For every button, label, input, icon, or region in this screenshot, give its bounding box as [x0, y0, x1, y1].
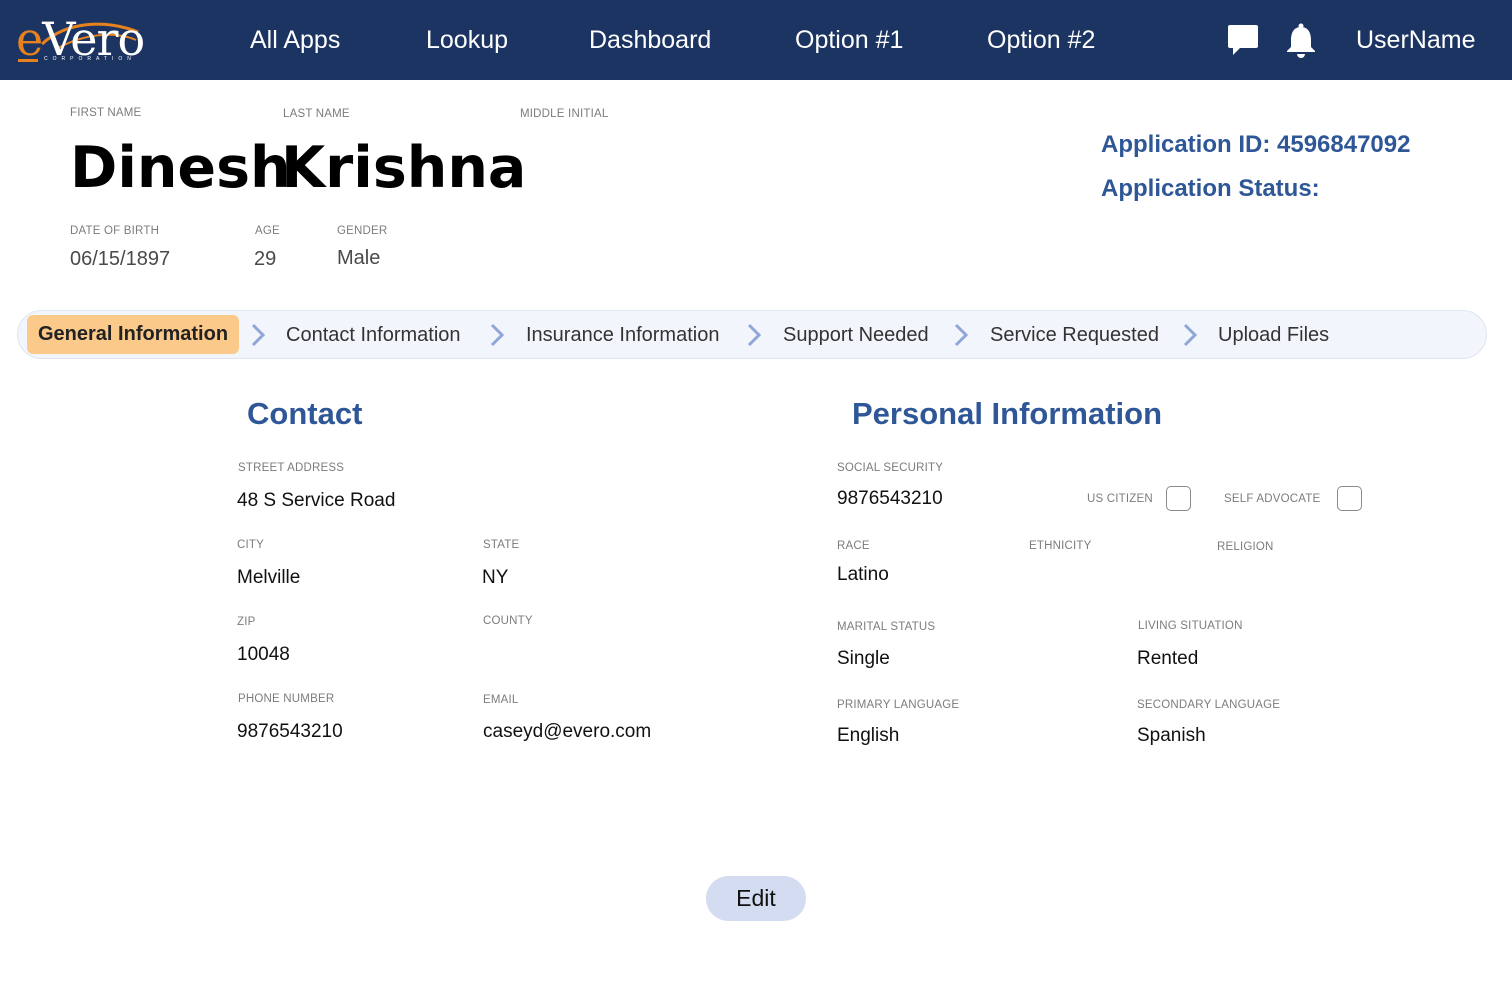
secondary-language-label: SECONDARY LANGUAGE: [1137, 699, 1281, 711]
last-name-value: Krishna: [281, 135, 527, 201]
chevron-right-icon: [490, 323, 505, 347]
street-address-label: STREET ADDRESS: [238, 462, 345, 474]
chevron-right-icon: [954, 323, 969, 347]
us-citizen-checkbox[interactable]: [1166, 486, 1191, 511]
bell-icon[interactable]: [1284, 22, 1318, 58]
secondary-language-value: Spanish: [1137, 725, 1206, 746]
religion-label: RELIGION: [1217, 541, 1274, 553]
zip-label: ZIP: [237, 616, 256, 628]
primary-language-label: PRIMARY LANGUAGE: [837, 699, 960, 711]
age-value: 29: [254, 248, 277, 270]
city-label: CITY: [237, 539, 264, 551]
step-insurance-information[interactable]: Insurance Information: [526, 322, 719, 348]
street-address-value: 48 S Service Road: [237, 490, 396, 511]
step-upload-files[interactable]: Upload Files: [1218, 322, 1329, 348]
form-stepper: General Information Contact Information …: [17, 310, 1487, 359]
city-value: Melville: [237, 567, 301, 588]
last-name-label: LAST NAME: [283, 108, 350, 120]
top-navigation-bar: eVero CORPORATION All Apps Lookup Dashbo…: [0, 0, 1512, 80]
nav-option-1[interactable]: Option #1: [795, 24, 903, 56]
username-menu[interactable]: UserName: [1356, 24, 1475, 56]
social-security-value: 9876543210: [837, 488, 943, 509]
logo-underline: [18, 59, 38, 62]
zip-value: 10048: [237, 644, 290, 665]
step-general-information[interactable]: General Information: [27, 315, 240, 354]
state-value: NY: [482, 567, 509, 588]
evero-logo[interactable]: eVero CORPORATION: [16, 14, 146, 64]
step-support-needed[interactable]: Support Needed: [783, 322, 929, 348]
nav-dashboard[interactable]: Dashboard: [589, 24, 711, 56]
gender-value: Male: [337, 247, 381, 269]
nav-all-apps[interactable]: All Apps: [250, 24, 340, 56]
application-id: Application ID: 4596847092: [1101, 131, 1411, 158]
marital-status-value: Single: [837, 648, 890, 669]
dob-label: DATE OF BIRTH: [70, 225, 160, 237]
personal-info-section-title: Personal Information: [852, 396, 1163, 431]
middle-initial-label: MIDDLE INITIAL: [520, 108, 609, 120]
chevron-right-icon: [1183, 323, 1198, 347]
marital-status-label: MARITAL STATUS: [837, 621, 936, 633]
age-label: AGE: [255, 225, 280, 237]
state-label: STATE: [483, 539, 520, 551]
email-value: caseyd@evero.com: [483, 721, 652, 742]
dob-value: 06/15/1897: [70, 248, 171, 270]
self-advocate-label: SELF ADVOCATE: [1224, 493, 1321, 505]
living-situation-value: Rented: [1137, 648, 1199, 669]
ethnicity-label: ETHNICITY: [1029, 540, 1092, 552]
race-value: Latino: [837, 564, 889, 585]
email-label: EMAIL: [483, 694, 519, 706]
first-name-label: FIRST NAME: [70, 107, 142, 119]
race-label: RACE: [837, 540, 870, 552]
step-service-requested[interactable]: Service Requested: [990, 322, 1159, 348]
chevron-right-icon: [747, 323, 762, 347]
chat-icon[interactable]: [1226, 22, 1260, 58]
step-contact-information[interactable]: Contact Information: [286, 322, 461, 348]
first-name-value: Dinesh: [70, 135, 291, 201]
logo-subtitle: CORPORATION: [44, 56, 136, 62]
self-advocate-checkbox[interactable]: [1337, 486, 1362, 511]
living-situation-label: LIVING SITUATION: [1138, 620, 1243, 632]
county-label: COUNTY: [483, 615, 533, 627]
phone-number-value: 9876543210: [237, 721, 343, 742]
primary-language-value: English: [837, 725, 900, 746]
nav-lookup[interactable]: Lookup: [426, 24, 508, 56]
contact-section-title: Contact: [247, 396, 363, 431]
nav-option-2[interactable]: Option #2: [987, 24, 1095, 56]
us-citizen-label: US CITIZEN: [1087, 493, 1153, 505]
gender-label: GENDER: [337, 225, 388, 237]
chevron-right-icon: [251, 323, 266, 347]
application-status: Application Status:: [1101, 175, 1320, 202]
social-security-label: SOCIAL SECURITY: [837, 462, 944, 474]
edit-button[interactable]: Edit: [706, 876, 806, 921]
phone-number-label: PHONE NUMBER: [238, 693, 335, 705]
